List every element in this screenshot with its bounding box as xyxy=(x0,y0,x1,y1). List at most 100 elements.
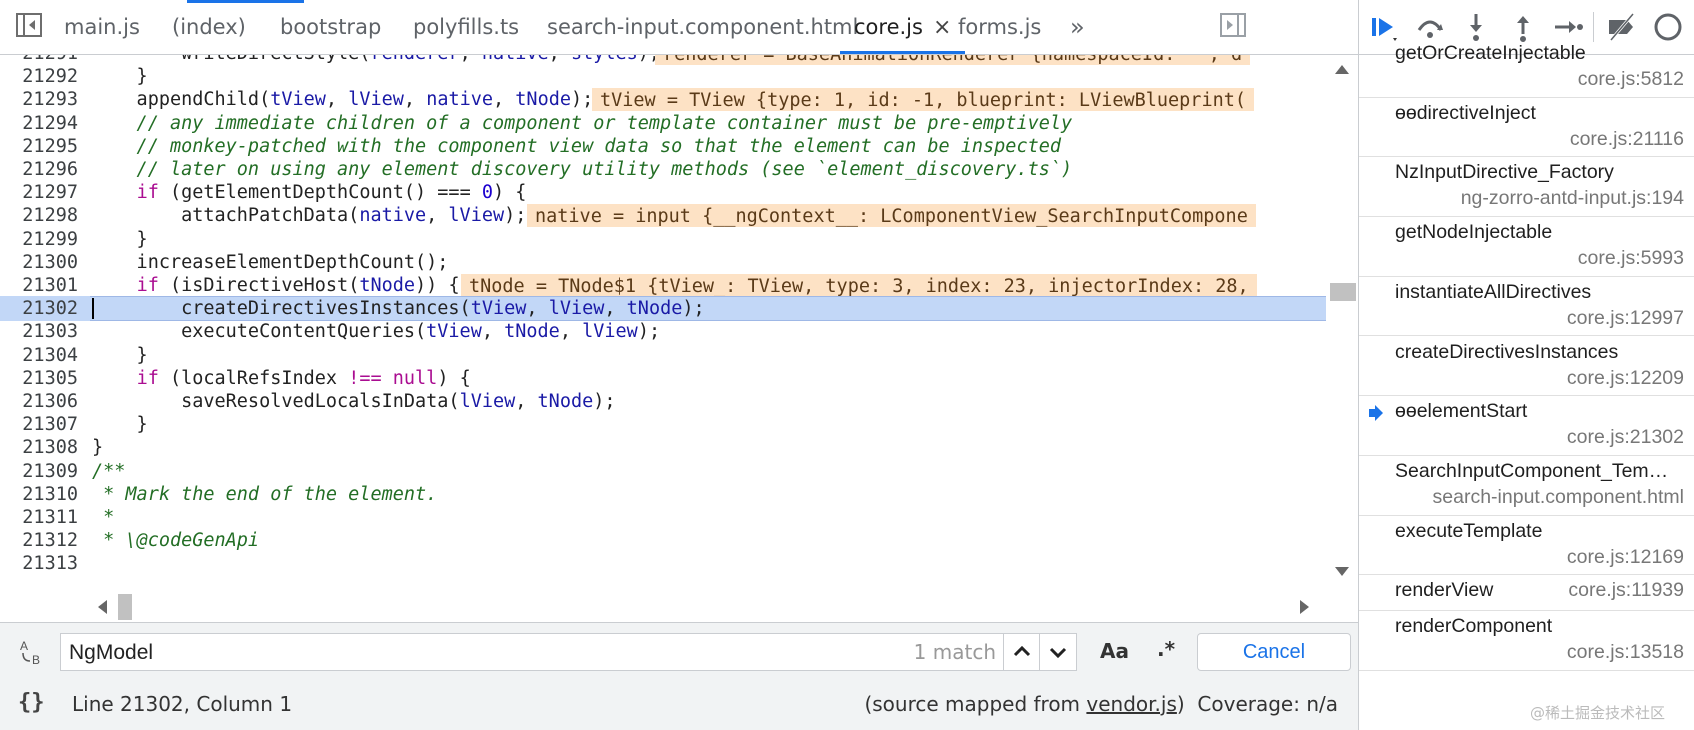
frame-location[interactable]: ng-zorro-antd-input.js:194 xyxy=(1461,187,1684,210)
code-line[interactable]: 21310 * Mark the end of the element. xyxy=(0,482,1326,507)
call-frame[interactable]: SearchInputComponent_Tem… search-input.co… xyxy=(1359,456,1694,516)
frame-location[interactable]: core.js:12997 xyxy=(1567,307,1684,330)
match-case-button[interactable]: Aa xyxy=(1100,639,1129,663)
current-execution-line[interactable]: 21302 createDirectivesInstances(tView, l… xyxy=(0,296,1326,322)
call-frame[interactable]: NzInputDirective_Factory ng-zorro-antd-in… xyxy=(1359,157,1694,218)
line-number[interactable]: 21313 xyxy=(0,551,78,576)
close-icon[interactable]: × xyxy=(933,15,951,40)
code-line[interactable]: 21297 if (getElementDepthCount() === 0) … xyxy=(0,180,1326,205)
line-number[interactable]: 21311 xyxy=(0,505,78,530)
inline-variable-value[interactable]: native = input {__ngContext__: LComponen… xyxy=(527,204,1256,228)
code-editor[interactable]: 21291 writeDirectStyle(renderer, native,… xyxy=(0,55,1326,592)
code-line[interactable]: 21305 if (localRefsIndex !== null) { xyxy=(0,366,1326,391)
code-text: } xyxy=(92,228,148,250)
code-line[interactable]: 21307 } xyxy=(0,412,1326,437)
frame-function-name: ɵɵdirectiveInject xyxy=(1395,101,1536,124)
call-frame[interactable]: createDirectivesInstances core.js:12209 xyxy=(1359,337,1694,397)
replace-toggle-icon[interactable]: AB xyxy=(18,637,48,667)
line-number[interactable]: 21295 xyxy=(0,134,78,159)
tab-polyfills[interactable]: polyfills.ts xyxy=(413,0,519,54)
tabs-overflow-icon[interactable]: » xyxy=(1070,0,1085,54)
code-line[interactable]: 21312 * \@codeGenApi xyxy=(0,528,1326,553)
toggle-navigator-icon[interactable] xyxy=(14,10,44,40)
code-line[interactable]: 21296 // later on using any element disc… xyxy=(0,157,1326,182)
code-line[interactable]: 21299 } xyxy=(0,227,1326,252)
inline-variable-value[interactable]: tNode = TNode$1 {tView_: TView, type: 3,… xyxy=(461,274,1257,297)
tab-bootstrap[interactable]: bootstrap xyxy=(280,0,381,54)
scroll-left-icon[interactable] xyxy=(98,600,107,614)
line-number[interactable]: 21301 xyxy=(0,273,78,298)
line-number[interactable]: 21310 xyxy=(0,482,78,507)
search-input[interactable] xyxy=(67,637,891,669)
line-number[interactable]: 21292 xyxy=(0,64,78,89)
call-frame[interactable]: renderView core.js:11939 xyxy=(1359,575,1694,612)
tab-forms-js[interactable]: forms.js xyxy=(958,0,1041,54)
scroll-thumb[interactable] xyxy=(118,594,132,620)
line-number[interactable]: 21309 xyxy=(0,459,78,484)
line-number[interactable]: 21297 xyxy=(0,180,78,205)
line-number[interactable]: 21303 xyxy=(0,319,78,344)
line-number[interactable]: 21306 xyxy=(0,389,78,414)
code-line[interactable]: 21292 } xyxy=(0,64,1326,89)
horizontal-scrollbar[interactable] xyxy=(90,592,1326,622)
code-line[interactable]: 21311 * xyxy=(0,505,1326,530)
line-number[interactable]: 21298 xyxy=(0,203,78,228)
toggle-debugger-icon[interactable] xyxy=(1218,10,1248,40)
cancel-button[interactable]: Cancel xyxy=(1197,633,1351,671)
pretty-print-icon[interactable]: {} xyxy=(18,690,45,715)
frame-location[interactable]: core.js:12209 xyxy=(1567,367,1684,390)
line-number[interactable]: 21308 xyxy=(0,435,78,460)
code-line[interactable]: 21304 } xyxy=(0,343,1326,368)
frame-location[interactable]: core.js:5993 xyxy=(1578,247,1684,270)
line-number[interactable]: 21305 xyxy=(0,366,78,391)
line-number[interactable]: 21302 xyxy=(0,296,78,321)
tab-core-js[interactable]: core.js × xyxy=(840,0,966,54)
call-frame[interactable]: ɵɵelementStart core.js:21302 xyxy=(1359,396,1694,456)
regex-button[interactable]: .* xyxy=(1157,637,1175,661)
inline-variable-value[interactable]: tView = TView {type: 1, id: -1, blueprin… xyxy=(592,88,1255,112)
code-line[interactable]: 21301 if (isDirectiveHost(tNode)) {tNode… xyxy=(0,273,1326,298)
call-frame[interactable]: instantiateAllDirectives core.js:12997 xyxy=(1359,277,1694,337)
frame-location[interactable]: core.js:11939 xyxy=(1568,579,1684,602)
frame-location[interactable]: core.js:21302 xyxy=(1567,426,1684,449)
tab-main-js[interactable]: main.js xyxy=(64,0,140,54)
call-frame[interactable]: renderComponent core.js:13518 xyxy=(1359,611,1694,671)
scroll-right-icon[interactable] xyxy=(1300,600,1309,614)
tab-search-input-component[interactable]: search-input.component.html xyxy=(547,0,858,54)
previous-match-button[interactable] xyxy=(1003,634,1040,670)
frame-location[interactable]: core.js:5812 xyxy=(1578,68,1684,91)
code-line[interactable]: 21298 attachPatchData(native, lView); nat… xyxy=(0,203,1326,228)
scroll-thumb[interactable] xyxy=(1330,283,1356,301)
scroll-up-icon[interactable] xyxy=(1335,65,1349,74)
call-frame[interactable]: getNodeInjectable core.js:5993 xyxy=(1359,217,1694,277)
line-number[interactable]: 21304 xyxy=(0,343,78,368)
tab-index[interactable]: (index) xyxy=(172,0,246,54)
line-number[interactable]: 21294 xyxy=(0,111,78,136)
next-match-button[interactable] xyxy=(1039,634,1076,670)
line-number[interactable]: 21296 xyxy=(0,157,78,182)
frame-location[interactable]: search-input.component.html xyxy=(1433,486,1684,509)
code-line[interactable]: 21294 // any immediate children of a com… xyxy=(0,111,1326,136)
frame-location[interactable]: core.js:12169 xyxy=(1567,546,1684,569)
frame-location[interactable]: core.js:13518 xyxy=(1567,641,1684,664)
code-line[interactable]: 21309 /** xyxy=(0,459,1326,484)
code-line[interactable]: 21300 increaseElementDepthCount(); xyxy=(0,250,1326,275)
source-map-link[interactable]: vendor.js xyxy=(1086,692,1176,716)
code-line[interactable]: 21293 appendChild(tView, lView, native, … xyxy=(0,87,1326,112)
line-number[interactable]: 21307 xyxy=(0,412,78,437)
scroll-down-icon[interactable] xyxy=(1335,567,1349,576)
call-frame[interactable]: getOrCreateInjectable core.js:5812 xyxy=(1359,38,1694,98)
vertical-scrollbar[interactable] xyxy=(1326,55,1358,592)
call-frame[interactable]: executeTemplate core.js:12169 xyxy=(1359,516,1694,576)
line-number[interactable]: 21300 xyxy=(0,250,78,275)
line-number[interactable]: 21299 xyxy=(0,227,78,252)
code-line[interactable]: 21308} xyxy=(0,435,1326,460)
line-number[interactable]: 21312 xyxy=(0,528,78,553)
call-frame[interactable]: ɵɵdirectiveInject core.js:21116 xyxy=(1359,98,1694,158)
code-line[interactable]: 21306 saveResolvedLocalsInData(lView, tN… xyxy=(0,389,1326,414)
code-line[interactable]: 21295 // monkey-patched with the compone… xyxy=(0,134,1326,159)
code-line[interactable]: 21303 executeContentQueries(tView, tNode… xyxy=(0,319,1326,344)
frame-location[interactable]: core.js:21116 xyxy=(1570,128,1684,151)
code-line[interactable]: 21313 xyxy=(0,551,1326,576)
line-number[interactable]: 21293 xyxy=(0,87,78,112)
